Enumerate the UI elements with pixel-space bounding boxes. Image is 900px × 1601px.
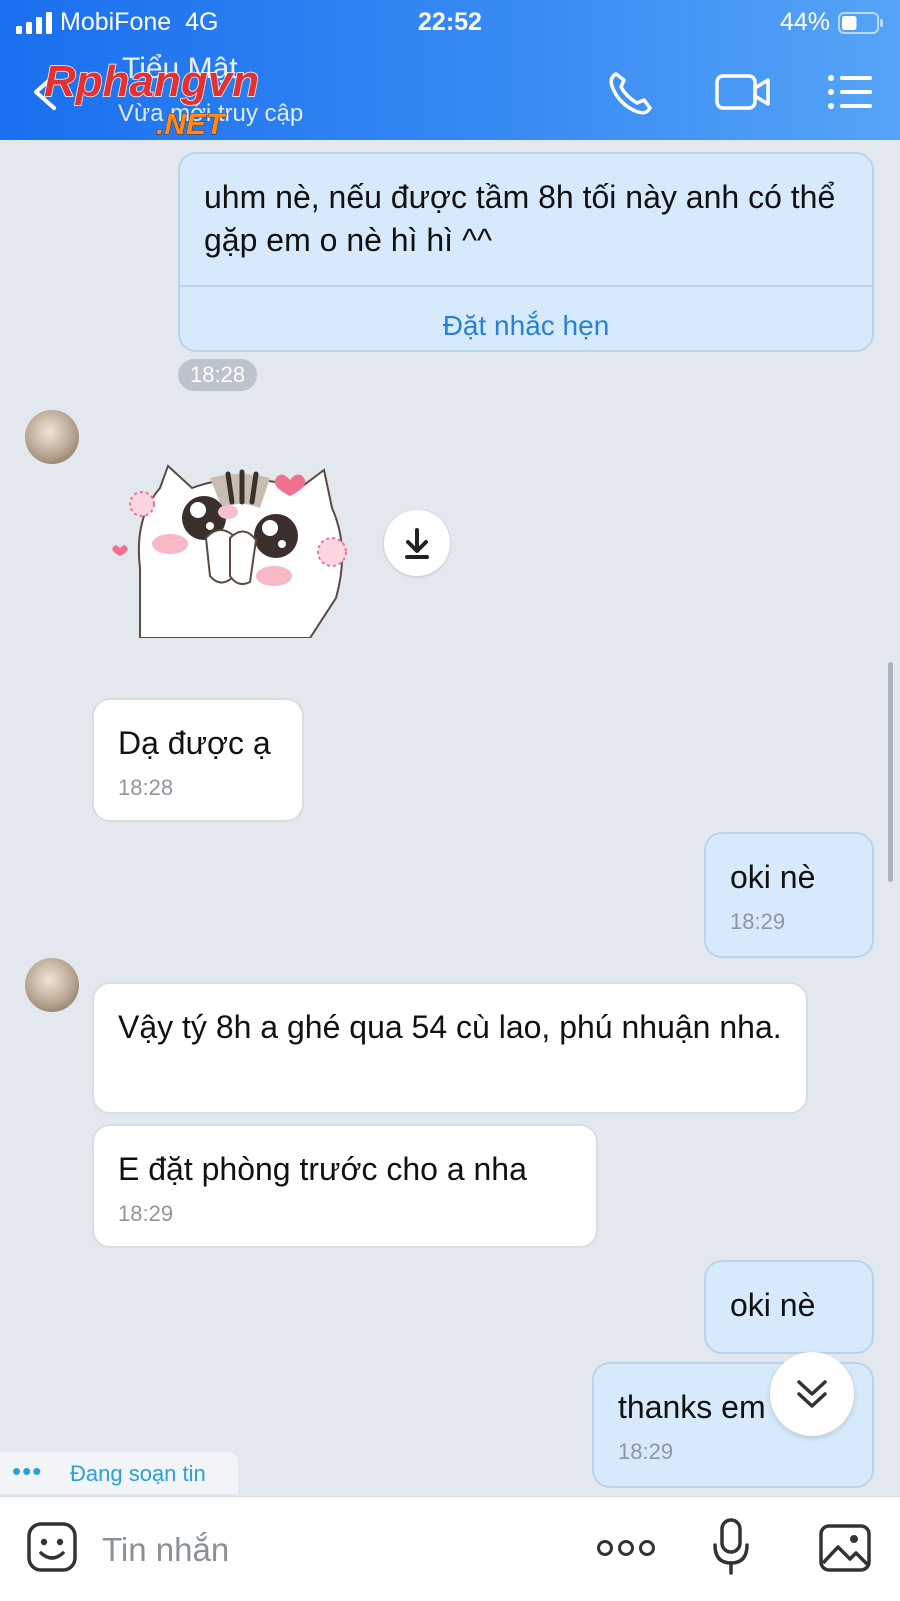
typing-indicator: ••• Đang soạn tin [0,1452,238,1494]
message-text: oki nè [730,1287,816,1323]
received-message[interactable]: Dạ được ạ 18:28 [92,698,304,822]
message-list[interactable]: uhm nè, nếu được tầm 8h tối này anh có t… [0,140,900,1496]
typing-label: Đang soạn tin [70,1461,206,1486]
video-call-icon[interactable] [714,68,772,116]
message-text: Dạ được ạ [118,725,271,761]
status-bar: MobiFone 4G 22:52 44% [0,0,900,46]
contact-avatar[interactable] [25,958,79,1012]
double-chevron-down-icon [797,1380,827,1408]
message-time: 18:29 [118,1201,174,1226]
received-message[interactable]: E đặt phòng trước cho a nha 18:29 [92,1124,598,1248]
menu-list-icon[interactable] [826,68,874,116]
message-text: Vậy tý 8h a ghé qua 54 cù lao, phú nhuận… [118,1009,782,1045]
sticker-smiley-icon[interactable] [26,1521,78,1573]
microphone-icon[interactable] [712,1517,750,1577]
message-text: thanks em [618,1389,766,1425]
chat-header: MobiFone 4G 22:52 44% Tiểu Mật Vừa mới t… [0,0,900,142]
set-reminder-link[interactable]: Đặt nhắc hẹn [180,304,872,347]
typing-dots-icon: ••• [12,1456,43,1486]
sent-message[interactable]: oki nè 18:29 [704,832,874,958]
battery-percent: 44% [779,8,830,36]
message-text: E đặt phòng trước cho a nha [118,1151,527,1187]
sent-message[interactable]: oki nè [704,1260,874,1354]
more-options-icon[interactable] [596,1531,656,1565]
battery-icon [838,12,883,34]
contact-avatar[interactable] [25,410,79,464]
download-sticker-button[interactable] [384,510,450,576]
bubble-divider [180,285,872,287]
message-input[interactable] [100,1523,564,1577]
message-time: 18:29 [730,909,786,934]
watermark-logo: Rphangvn .NET [43,56,260,141]
svg-text:.NET: .NET [156,108,227,141]
composer-bar [0,1496,900,1601]
scroll-to-bottom-button[interactable] [770,1352,854,1436]
scrollbar[interactable] [888,662,893,882]
status-time: 22:52 [418,8,482,36]
message-time: 18:29 [618,1439,674,1464]
svg-text:Rphangvn: Rphangvn [44,57,259,106]
received-message[interactable]: Vậy tý 8h a ghé qua 54 cù lao, phú nhuận… [92,982,808,1114]
battery-fill [842,16,857,30]
message-time: 18:28 [178,359,258,391]
message-text: oki nè [730,859,816,895]
message-time: 18:28 [118,775,174,800]
cat-sticker[interactable] [110,458,370,638]
phone-call-icon[interactable] [606,68,658,116]
sent-message[interactable]: uhm nè, nếu được tầm 8h tối này anh có t… [178,152,874,352]
message-text: uhm nè, nếu được tầm 8h tối này anh có t… [204,179,836,258]
download-icon [405,528,429,559]
image-gallery-icon[interactable] [818,1523,872,1573]
